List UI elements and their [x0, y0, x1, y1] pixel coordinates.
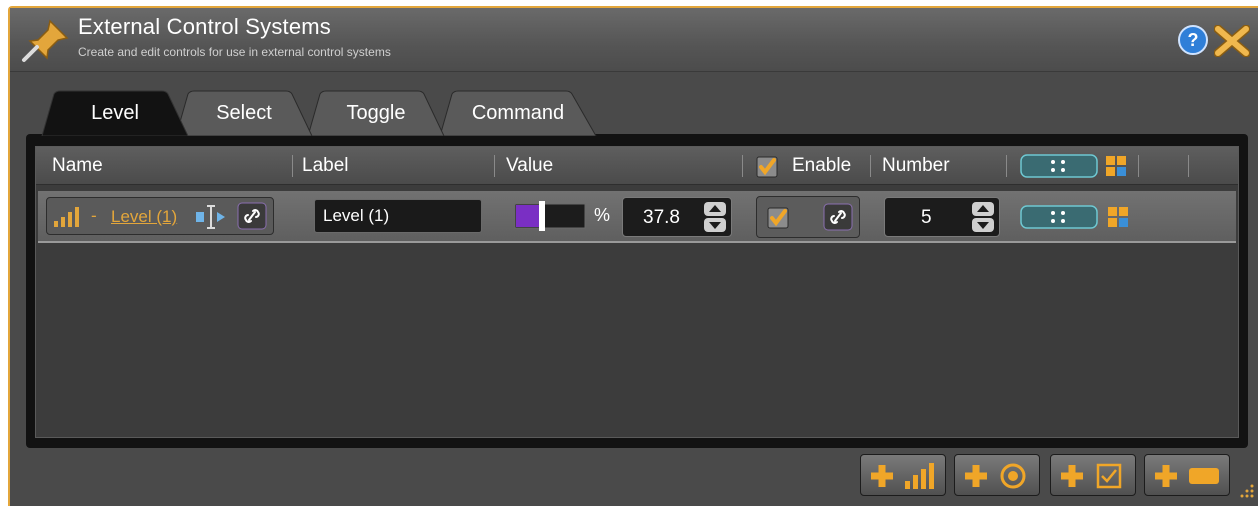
add-select-icon	[965, 463, 1026, 489]
name-cell: - Level (1)	[46, 197, 274, 235]
column-enable[interactable]: Enable	[792, 155, 851, 177]
table-header: Name Label Value Enable Number	[36, 147, 1238, 185]
label-input[interactable]	[314, 199, 482, 233]
tab-toggle[interactable]: Toggle	[306, 90, 446, 136]
window-subtitle: Create and edit controls for use in exte…	[78, 45, 391, 59]
add-select-button[interactable]	[954, 454, 1040, 496]
number-spin-icon[interactable]	[971, 201, 995, 233]
link-icon[interactable]	[237, 202, 267, 230]
value-field[interactable]: 37.8	[643, 207, 680, 229]
enable-all-checkbox[interactable]	[756, 156, 778, 178]
column-divider	[1006, 155, 1007, 177]
tab-command-label: Command	[471, 101, 565, 124]
number-field[interactable]: 5	[921, 207, 932, 229]
column-name[interactable]: Name	[52, 155, 103, 177]
column-divider	[742, 155, 743, 177]
add-command-button[interactable]	[1144, 454, 1230, 496]
column-divider	[494, 155, 495, 177]
tab-select[interactable]: Select	[174, 90, 314, 136]
assign-all-icon[interactable]	[1104, 154, 1128, 178]
rename-cursor-icon[interactable]	[195, 204, 227, 230]
value-slider[interactable]	[514, 201, 588, 231]
group-all-button[interactable]	[1020, 154, 1098, 178]
group-button[interactable]	[1020, 205, 1098, 229]
column-value[interactable]: Value	[506, 155, 553, 177]
tab-level-label: Level	[91, 101, 139, 124]
add-level-icon	[871, 463, 934, 489]
value-unit: %	[594, 205, 611, 225]
level-panel: Name Label Value Enable Number - Level (…	[26, 134, 1248, 448]
enable-link-icon[interactable]	[823, 203, 853, 231]
column-divider	[1138, 155, 1139, 177]
table-row[interactable]: - Level (1) Level (1) % 37.8 5	[38, 191, 1236, 243]
enable-cell	[756, 196, 860, 238]
column-number[interactable]: Number	[882, 155, 950, 177]
assign-icon[interactable]	[1106, 205, 1130, 229]
level-bars-icon	[54, 207, 79, 227]
tab-command[interactable]: Command	[438, 90, 598, 136]
close-icon[interactable]	[1214, 25, 1250, 57]
window-title: External Control Systems	[78, 14, 331, 39]
column-divider	[292, 155, 293, 177]
column-label[interactable]: Label	[302, 155, 349, 177]
tab-level[interactable]: Level	[40, 90, 190, 136]
external-control-systems-window: External Control Systems Create and edit…	[8, 6, 1258, 506]
pin-icon	[22, 19, 69, 62]
tab-select-label: Select	[216, 101, 272, 124]
value-spin-icon[interactable]	[703, 201, 727, 233]
add-command-icon	[1155, 465, 1219, 487]
add-toggle-icon	[1061, 463, 1122, 489]
level-name-link[interactable]: Level (1)	[111, 207, 177, 227]
help-icon[interactable]: ?	[1178, 25, 1208, 55]
column-divider	[1188, 155, 1189, 177]
column-divider	[870, 155, 871, 177]
name-dash: -	[91, 206, 97, 225]
add-level-button[interactable]	[860, 454, 946, 496]
resize-grip-icon[interactable]	[1238, 482, 1256, 500]
svg-text:?: ?	[1188, 30, 1199, 50]
tab-toggle-label: Toggle	[346, 101, 406, 124]
value-stepper[interactable]: 37.8	[622, 197, 732, 237]
add-toggle-button[interactable]	[1050, 454, 1136, 496]
number-stepper[interactable]: 5	[884, 197, 1000, 237]
enable-checkbox[interactable]	[767, 207, 789, 229]
controls-table: Name Label Value Enable Number - Level (…	[35, 146, 1239, 438]
title-bar: External Control Systems Create and edit…	[10, 8, 1258, 72]
